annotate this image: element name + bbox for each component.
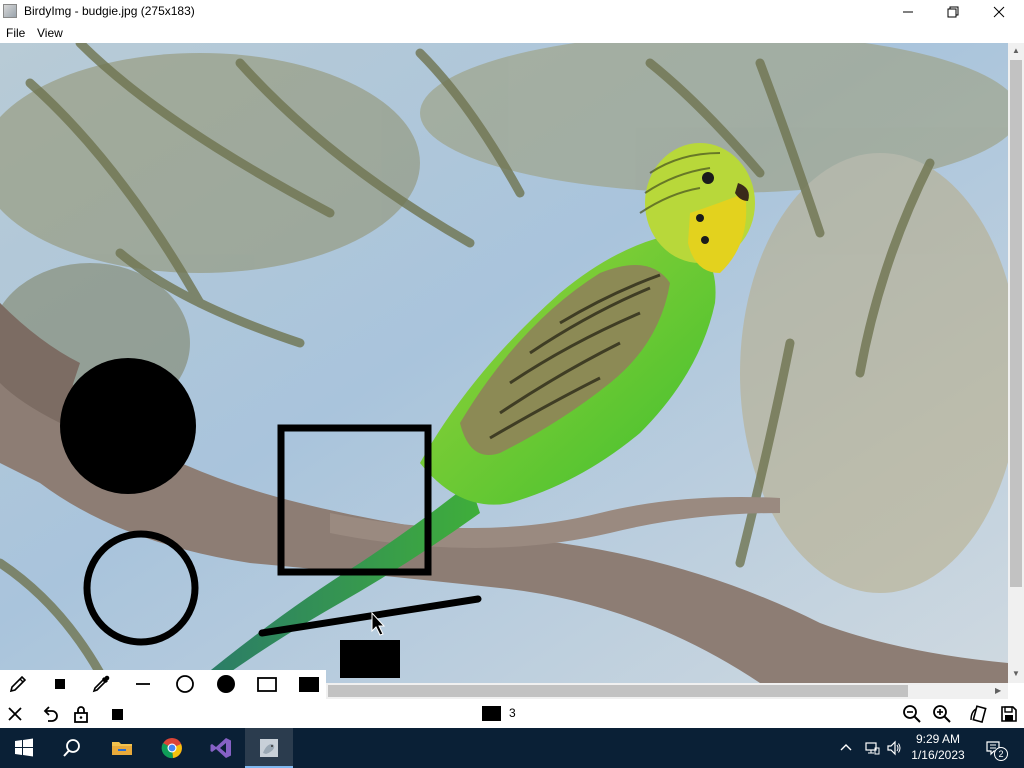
menu-view[interactable]: View xyxy=(37,26,63,40)
volume-icon xyxy=(887,740,901,756)
small-square-tool-button[interactable] xyxy=(45,671,75,697)
file-explorer-button[interactable] xyxy=(98,728,146,768)
save-button[interactable] xyxy=(996,702,1022,726)
search-icon xyxy=(63,739,80,757)
restore-icon xyxy=(947,6,959,17)
undo-button[interactable] xyxy=(37,702,63,726)
network-tray-button[interactable] xyxy=(862,728,882,768)
close-window-button[interactable] xyxy=(976,0,1022,23)
line-tool-button[interactable] xyxy=(128,671,158,697)
close-icon xyxy=(993,6,1005,17)
minimize-icon xyxy=(903,11,913,12)
discard-button[interactable] xyxy=(2,702,28,726)
close-icon xyxy=(8,707,22,721)
start-button[interactable] xyxy=(0,728,48,768)
rectangle-filled-icon xyxy=(299,677,319,692)
undo-icon xyxy=(43,706,58,722)
budgie-photo xyxy=(0,43,1008,683)
taskbar-clock[interactable]: 9:29 AM 1/16/2023 xyxy=(906,731,970,763)
zoom-out-button[interactable] xyxy=(899,702,925,726)
volume-tray-button[interactable] xyxy=(884,728,904,768)
stop-icon xyxy=(112,709,123,720)
birdyimg-taskbar-button[interactable] xyxy=(245,728,293,768)
search-button[interactable] xyxy=(48,728,96,768)
scroll-up-arrow-icon[interactable]: ▲ xyxy=(1012,46,1020,55)
eyedropper-tool-button[interactable] xyxy=(86,671,116,697)
chevron-up-icon xyxy=(840,744,852,751)
vertical-scroll-thumb[interactable] xyxy=(1010,60,1022,587)
menu-bar: File View xyxy=(0,23,1024,43)
brush-size-value[interactable]: 3 xyxy=(509,706,516,720)
visual-studio-icon xyxy=(210,738,231,758)
stop-button[interactable] xyxy=(104,702,130,726)
minimize-button[interactable] xyxy=(885,0,931,23)
lock-button[interactable] xyxy=(68,702,94,726)
chrome-button[interactable] xyxy=(148,728,196,768)
zoom-out-icon xyxy=(903,705,921,723)
notification-count-badge: 2 xyxy=(994,747,1008,761)
horizontal-scroll-thumb[interactable] xyxy=(328,685,908,697)
rectangle-outline-icon xyxy=(257,677,277,692)
zoom-in-button[interactable] xyxy=(929,702,955,726)
rotate-button[interactable] xyxy=(965,702,991,726)
app-icon xyxy=(3,4,17,18)
clock-date: 1/16/2023 xyxy=(911,748,965,762)
scroll-right-arrow-icon[interactable]: ▶ xyxy=(995,686,1001,695)
circle-filled-icon xyxy=(217,675,235,693)
pencil-icon xyxy=(9,675,27,693)
rectangle-outline-tool-button[interactable] xyxy=(252,671,282,697)
clock-time: 9:29 AM xyxy=(915,732,961,746)
scroll-down-arrow-icon[interactable]: ▼ xyxy=(1012,669,1020,678)
birdyimg-icon xyxy=(260,739,278,757)
pencil-tool-button[interactable] xyxy=(3,671,33,697)
menu-file[interactable]: File xyxy=(6,26,25,40)
window-title: BirdyImg - budgie.jpg (275x183) xyxy=(24,4,195,18)
zoom-in-icon xyxy=(933,705,951,723)
title-bar: BirdyImg - budgie.jpg (275x183) xyxy=(0,0,1024,23)
restore-button[interactable] xyxy=(930,0,976,23)
circle-outline-tool-button[interactable] xyxy=(170,671,200,697)
windows-start-icon xyxy=(15,738,33,757)
eyedropper-icon xyxy=(92,675,110,693)
brush-color-swatch[interactable] xyxy=(482,706,501,721)
save-icon xyxy=(1001,706,1017,722)
visual-studio-button[interactable] xyxy=(197,728,245,768)
circle-filled-tool-button[interactable] xyxy=(211,671,241,697)
network-icon xyxy=(865,742,880,755)
rotate-icon xyxy=(970,705,987,724)
show-hidden-icons-button[interactable] xyxy=(838,728,854,768)
circle-outline-icon xyxy=(176,675,194,693)
small-square-icon xyxy=(55,679,65,689)
rectangle-filled-tool-button[interactable] xyxy=(294,671,324,697)
line-icon xyxy=(136,683,150,685)
file-explorer-icon xyxy=(112,742,132,755)
chrome-icon xyxy=(161,738,182,759)
image-canvas[interactable] xyxy=(0,43,1008,683)
lock-icon xyxy=(74,706,88,723)
